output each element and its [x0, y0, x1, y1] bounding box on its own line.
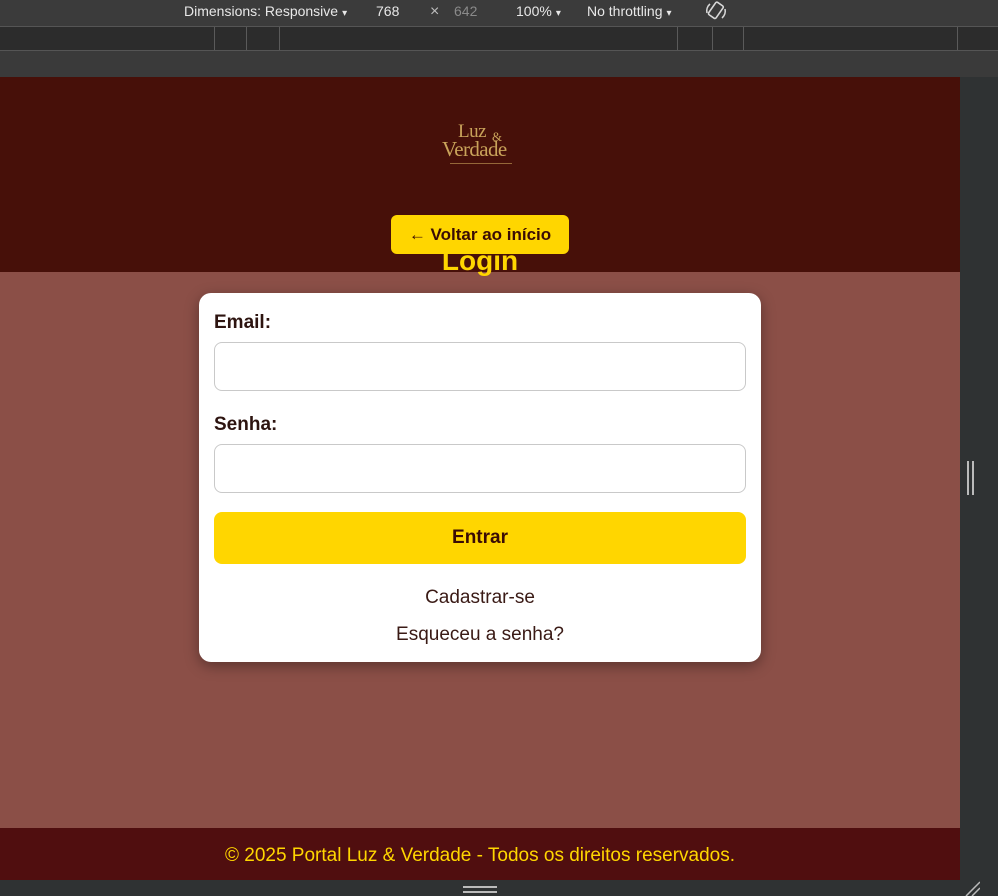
- throttling-dropdown[interactable]: No throttling ▾: [587, 1, 672, 24]
- dimensions-label: Dimensions: Responsive: [184, 3, 339, 19]
- password-field[interactable]: [214, 444, 746, 493]
- dimensions-dropdown[interactable]: Dimensions: Responsive ▾: [184, 1, 347, 24]
- forgot-password-link[interactable]: Esqueceu a senha?: [199, 624, 761, 646]
- ruler-divider: [279, 27, 280, 50]
- grip-line: [463, 891, 497, 893]
- email-label: Email:: [214, 312, 272, 333]
- login-card: Email: Senha: Entrar Cadastrar-se Esquec…: [199, 293, 761, 662]
- times-icon: ×: [430, 3, 440, 20]
- zoom-dropdown[interactable]: 100% ▾: [516, 1, 561, 24]
- logo-word-verdade: Verdade: [442, 137, 507, 161]
- site-footer: © 2025 Portal Luz & Verdade - Todos os d…: [0, 828, 960, 880]
- width-input[interactable]: 768: [376, 1, 399, 21]
- site-header: Luz & Verdade ← Voltar ao início: [0, 77, 960, 272]
- zoom-label: 100%: [516, 3, 552, 19]
- ruler-divider: [712, 27, 713, 50]
- bottom-resize-strip: [0, 880, 998, 896]
- grip-line: [463, 886, 497, 888]
- rotate-device-icon[interactable]: [704, 0, 728, 22]
- login-submit-button[interactable]: Entrar: [214, 512, 746, 564]
- right-resize-strip: [960, 77, 998, 880]
- chevron-down-icon: ▾: [555, 8, 561, 19]
- ruler-divider: [677, 27, 678, 50]
- ruler-divider: [214, 27, 215, 50]
- grip-line: [972, 461, 974, 495]
- page-viewport: Luz & Verdade ← Voltar ao início Login E…: [0, 77, 960, 880]
- page-title: Login: [441, 245, 519, 276]
- height-resize-handle[interactable]: [463, 886, 497, 894]
- width-resize-handle[interactable]: [967, 461, 975, 495]
- ruler-divider: [957, 27, 958, 50]
- throttling-label: No throttling: [587, 3, 663, 19]
- corner-resize-icon[interactable]: [962, 880, 980, 896]
- email-field[interactable]: [214, 342, 746, 391]
- chevron-down-icon: ▾: [666, 8, 672, 19]
- devtools-device-toolbar: Dimensions: Responsive ▾ 768 × 642 100% ▾ …: [0, 0, 998, 26]
- ruler-divider: [246, 27, 247, 50]
- logo-underline: [450, 163, 512, 164]
- media-query-ruler[interactable]: [0, 26, 998, 51]
- site-logo[interactable]: Luz & Verdade: [440, 121, 520, 167]
- password-label: Senha:: [214, 414, 278, 435]
- devtools-gap: [0, 51, 998, 77]
- ruler-divider: [743, 27, 744, 50]
- height-input[interactable]: 642: [454, 1, 477, 21]
- chevron-down-icon: ▾: [342, 8, 348, 19]
- grip-line: [967, 461, 969, 495]
- register-link[interactable]: Cadastrar-se: [199, 587, 761, 609]
